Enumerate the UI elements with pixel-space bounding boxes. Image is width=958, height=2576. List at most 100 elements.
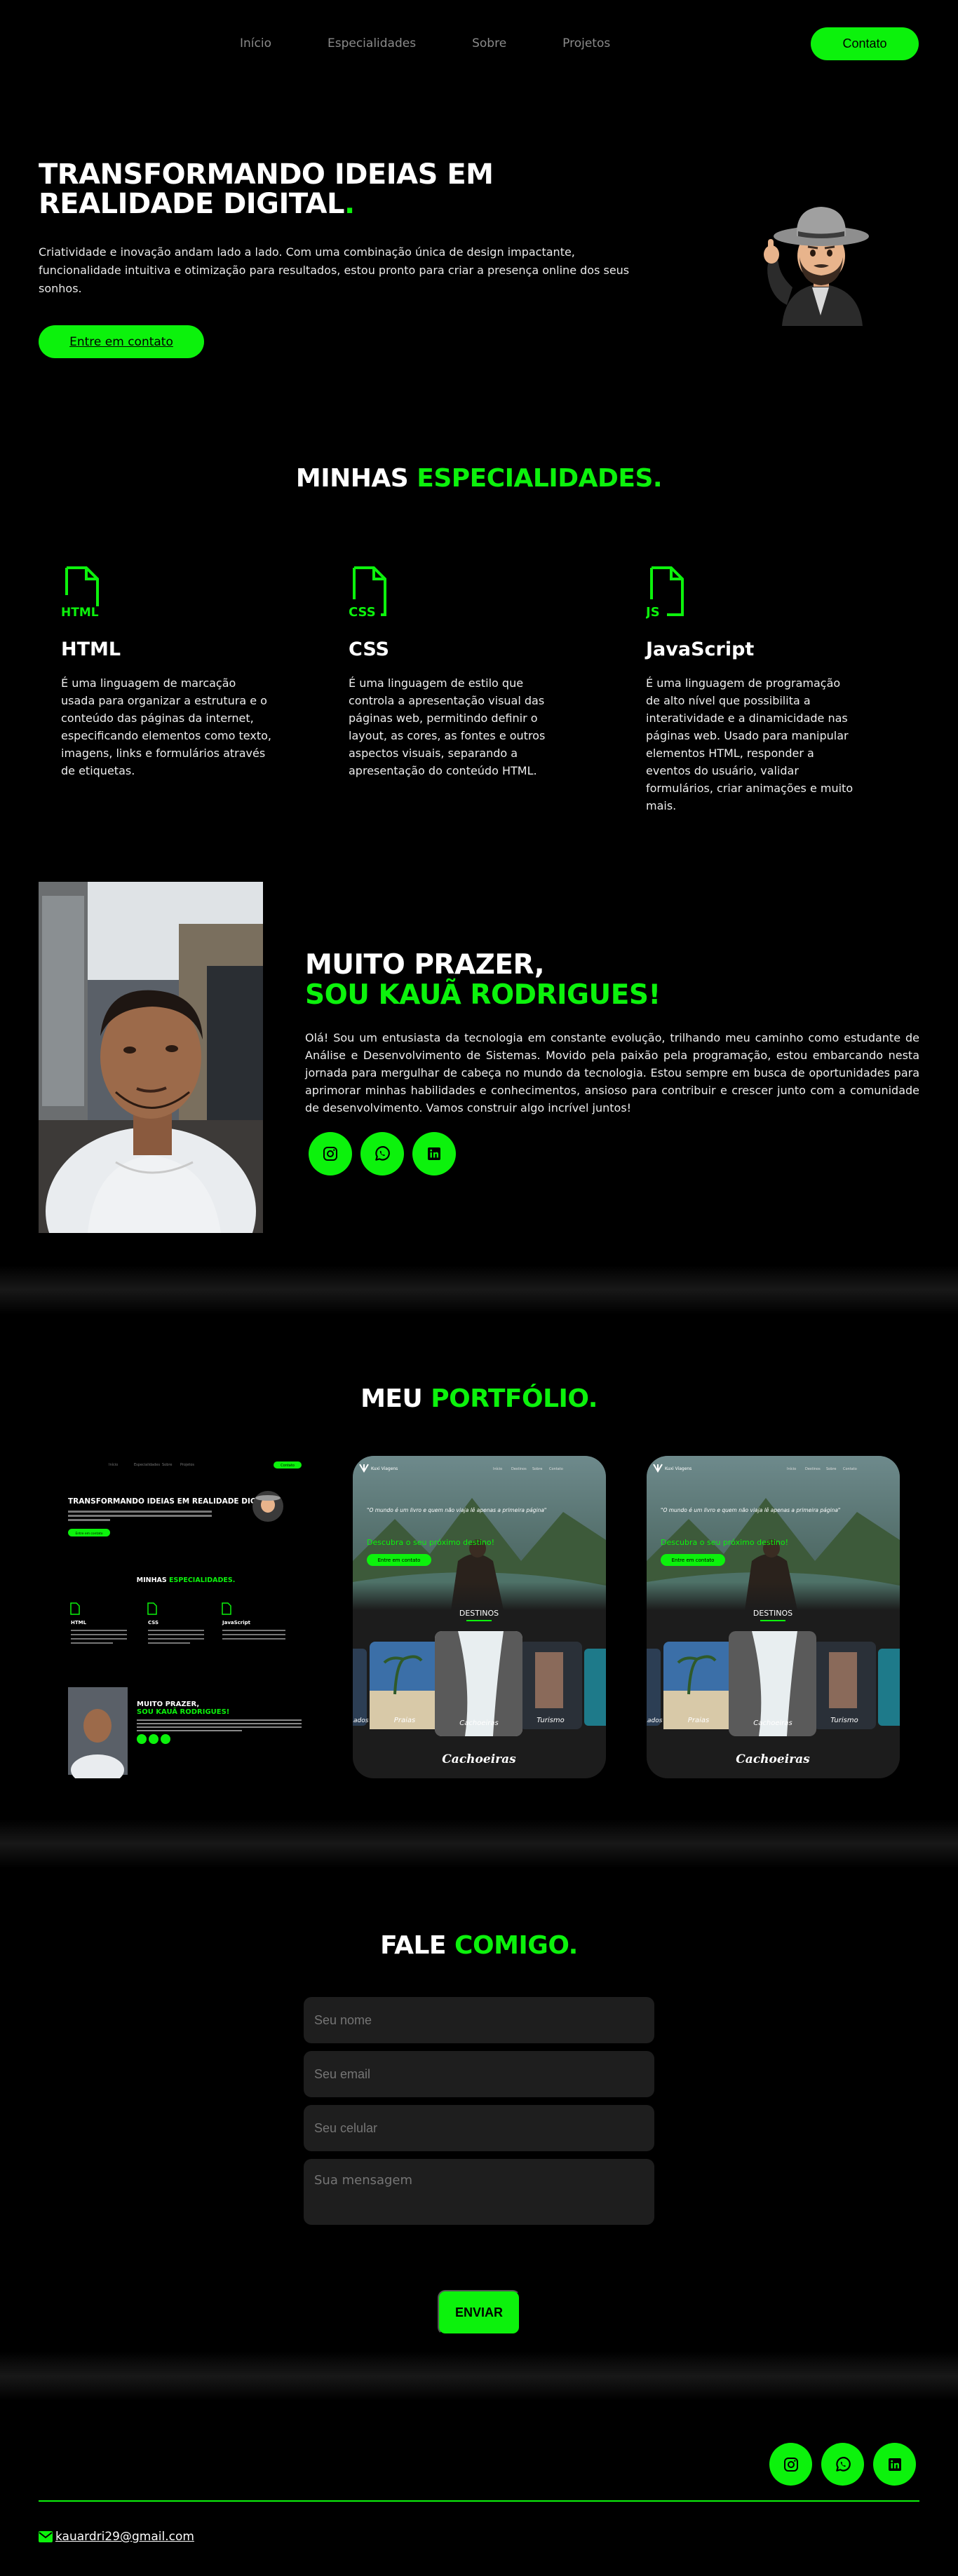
about-title-line2: SOU KAUÃ RODRIGUES! <box>305 979 661 1011</box>
specialty-card-javascript: JS JavaScript É uma linguagem de program… <box>646 564 856 815</box>
mini-hero-button-label: Entre em contato <box>75 1532 102 1536</box>
contact-section: FALE COMIGO. ENVIAR <box>0 1868 958 2352</box>
travel-card-label-left: Lados <box>647 1717 663 1724</box>
html-icon-label: HTML <box>61 606 99 619</box>
mini-social-icon <box>149 1734 158 1744</box>
footer-whatsapp-button[interactable] <box>821 2443 864 2486</box>
travel-caption: Cachoeiras <box>442 1752 516 1766</box>
travel-card-edge <box>584 1649 606 1726</box>
travel-nav-link: Início <box>493 1466 502 1471</box>
name-input[interactable] <box>304 1997 654 2043</box>
mail-icon <box>39 2531 53 2542</box>
travel-card-label: Cachoeiras <box>753 1719 792 1727</box>
specialty-description: É uma linguagem de programação de alto n… <box>646 676 854 812</box>
mini-text-line <box>137 1726 302 1728</box>
instagram-icon <box>323 1147 337 1161</box>
travel-caption: Cachoeiras <box>736 1752 810 1766</box>
nav-links: Início Especialidades Sobre Projetos <box>240 36 666 50</box>
about-section: MUITO PRAZER, SOU KAUÃ RODRIGUES! Olá! S… <box>0 852 958 1265</box>
project-travel-thumbnail-2[interactable]: Kuxi Viagens Início Destinos Sobre Conta… <box>647 1456 900 1778</box>
instagram-button[interactable] <box>309 1132 352 1175</box>
footer-linkedin-button[interactable] <box>873 2443 916 2486</box>
travel-quote: "O mundo é um livro e quem não viaja lê … <box>367 1507 546 1513</box>
project-portfolio-thumbnail[interactable]: Início Especialidades Sobre Projetos Con… <box>60 1456 312 1778</box>
contact-title: FALE COMIGO. <box>0 1931 958 1960</box>
travel-nav-link: Contato <box>843 1467 857 1471</box>
travel-card-label: Cachoeiras <box>459 1719 498 1727</box>
whatsapp-icon <box>835 2456 851 2472</box>
mini-text-line <box>71 1642 113 1644</box>
travel-card-edge <box>878 1649 900 1726</box>
travel-card-label: Praias <box>688 1717 709 1724</box>
mini-text-line <box>148 1642 190 1644</box>
nav-link-projetos[interactable]: Projetos <box>562 36 610 50</box>
travel-cta-label: Entre em contato <box>672 1558 715 1563</box>
mini-about-title: SOU KAUÃ RODRIGUES! <box>137 1707 229 1716</box>
travel-brand: Kuxi Viagens <box>371 1466 398 1471</box>
mini-text-line <box>222 1638 285 1640</box>
css-file-icon: CSS <box>349 566 386 619</box>
specialty-name: HTML <box>61 639 121 660</box>
mini-specialty-name: JavaScript <box>222 1620 251 1626</box>
travel-card-edge <box>647 1649 661 1726</box>
specialty-description: É uma linguagem de marcação usada para o… <box>61 676 271 777</box>
travel-nav-link: Destinos <box>805 1467 821 1471</box>
travel-card-label: Turismo <box>830 1717 858 1724</box>
nav-link-especialidades[interactable]: Especialidades <box>328 36 416 50</box>
mini-text-line <box>71 1634 127 1635</box>
travel-card-label: Praias <box>394 1717 415 1724</box>
contact-title-white: FALE <box>380 1931 455 1960</box>
hero-section: TRANSFORMANDO IDEIAS EM REALIDADE DIGITA… <box>0 88 958 396</box>
linkedin-button[interactable] <box>412 1132 456 1175</box>
portfolio-section: MEU PORTFÓLIO. Início Especialidades Sob… <box>0 1314 958 1819</box>
travel-section-underline <box>466 1620 492 1621</box>
mini-text-line <box>222 1634 285 1635</box>
mini-social-icon <box>161 1734 170 1744</box>
travel-card-label: Turismo <box>537 1717 564 1724</box>
specialties-section: MINHAS ESPECIALIDADES. HTML HTML É uma l… <box>0 396 958 852</box>
contato-button[interactable]: Contato <box>811 27 919 60</box>
travel-nav-link: Início <box>787 1466 796 1471</box>
instagram-icon <box>783 2457 798 2472</box>
mini-nav-link: Sobre <box>162 1463 172 1467</box>
entre-em-contato-button[interactable]: Entre em contato <box>39 325 204 358</box>
mini-specialties-title-white: MINHAS <box>137 1576 169 1584</box>
specialties-title-green: ESPECIALIDADES. <box>417 464 663 493</box>
mini-nav-link: Início <box>109 1462 118 1467</box>
mini-specialty-name: HTML <box>71 1620 87 1626</box>
footer-social-links <box>769 2443 916 2486</box>
nav-link-sobre[interactable]: Sobre <box>472 36 506 50</box>
footer-email-text: kauardri29@gmail.com <box>55 2530 194 2544</box>
email-input[interactable] <box>304 2051 654 2097</box>
mini-text-line <box>71 1638 127 1640</box>
mini-text-line <box>137 1723 302 1724</box>
about-social-links <box>309 1132 456 1175</box>
travel-nav-link: Destinos <box>511 1467 527 1471</box>
hero-title-text: TRANSFORMANDO IDEIAS EM REALIDADE DIGITA… <box>39 158 494 220</box>
html-file-icon: HTML <box>61 566 99 619</box>
mini-text-line <box>137 1719 302 1721</box>
travel-card-label-left: Lados <box>353 1717 369 1724</box>
portfolio-title-green: PORTFÓLIO. <box>431 1384 598 1413</box>
mini-avatar <box>255 1495 281 1501</box>
travel-cta-label: Entre em contato <box>378 1558 421 1563</box>
mini-hero-title: TRANSFORMANDO IDEIAS EM REALIDADE DIGITA… <box>68 1497 277 1506</box>
enviar-button[interactable]: ENVIAR <box>438 2290 520 2335</box>
mini-profile-photo <box>83 1709 112 1743</box>
travel-heading: Descubra o seu próximo destino! <box>661 1538 788 1547</box>
hero-title-dot: . <box>344 188 355 220</box>
footer-email-link[interactable]: kauardri29@gmail.com <box>39 2530 194 2544</box>
message-textarea[interactable] <box>304 2159 654 2225</box>
travel-heading: Descubra o seu próximo destino! <box>367 1538 494 1547</box>
about-title: MUITO PRAZER, SOU KAUÃ RODRIGUES! <box>305 950 661 1010</box>
phone-input[interactable] <box>304 2105 654 2151</box>
mini-about-title: MUITO PRAZER, <box>137 1701 199 1708</box>
travel-section-title: DESTINOS <box>753 1609 792 1618</box>
whatsapp-button[interactable] <box>360 1132 404 1175</box>
mini-text-line <box>148 1634 204 1635</box>
footer-instagram-button[interactable] <box>769 2443 812 2486</box>
project-travel-thumbnail[interactable]: Kuxi Viagens Início Destinos Sobre Conta… <box>353 1456 606 1778</box>
nav-link-inicio[interactable]: Início <box>240 36 271 50</box>
mini-social-icon <box>137 1734 147 1744</box>
whatsapp-icon <box>375 1146 390 1161</box>
